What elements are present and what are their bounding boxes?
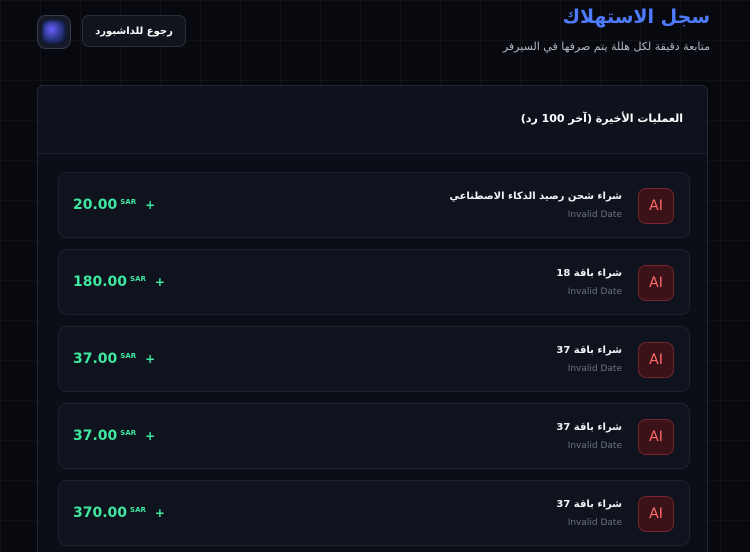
amount-value: 370.00 [73, 505, 128, 521]
avatar-image [42, 20, 66, 44]
transaction-date: Invalid Date [567, 287, 622, 297]
ai-icon: AI [638, 342, 674, 378]
amount-sign: + [154, 506, 165, 520]
transaction-title: شراء باقة 37 [556, 345, 622, 356]
amount-currency: SAR [130, 275, 146, 283]
transaction-title: شراء باقة 37 [556, 422, 622, 433]
transaction-amount: 37.00 SAR + [73, 351, 155, 367]
amount-sign: + [145, 429, 156, 443]
transaction-title: شراء شحن رصيد الذكاء الاصطناعي [449, 191, 622, 202]
ai-icon: AI [638, 265, 674, 301]
transaction-row[interactable]: AI شراء باقة 37 Invalid Date 370.00 SAR … [58, 480, 690, 546]
transaction-row[interactable]: AI شراء باقة 37 Invalid Date 37.00 SAR + [58, 403, 690, 469]
avatar[interactable] [37, 15, 71, 49]
transaction-title: شراء باقة 18 [556, 268, 622, 279]
transaction-title: شراء باقة 37 [556, 499, 622, 510]
transaction-date: Invalid Date [567, 210, 622, 220]
amount-currency: SAR [120, 429, 137, 437]
amount-value: 180.00 [73, 274, 128, 290]
transactions-list: AI شراء شحن رصيد الذكاء الاصطناعي Invali… [58, 172, 690, 552]
amount-currency: SAR [120, 198, 137, 206]
transaction-row[interactable]: AI شراء شحن رصيد الذكاء الاصطناعي Invali… [58, 172, 690, 238]
amount-value: 37.00 [73, 351, 118, 367]
transaction-date: Invalid Date [567, 364, 622, 374]
amount-value: 20.00 [73, 197, 118, 213]
ai-icon: AI [638, 419, 674, 455]
ai-icon: AI [638, 496, 674, 532]
amount-sign: + [145, 198, 156, 212]
back-to-dashboard-button[interactable]: رجوع للداشبورد [82, 15, 186, 47]
panel-title: العمليات الأخيرة (آخر 100 رد) [520, 112, 683, 125]
transactions-panel: العمليات الأخيرة (آخر 100 رد) AI شراء شح… [37, 85, 708, 552]
transaction-row[interactable]: AI شراء باقة 18 Invalid Date 180.00 SAR … [58, 249, 690, 315]
transaction-row[interactable]: AI شراء باقة 37 Invalid Date 37.00 SAR + [58, 326, 690, 392]
transaction-amount: 37.00 SAR + [73, 428, 155, 444]
amount-value: 37.00 [73, 428, 118, 444]
amount-currency: SAR [130, 506, 146, 514]
amount-sign: + [145, 352, 156, 366]
transaction-amount: 370.00 SAR + [73, 505, 165, 521]
amount-sign: + [154, 275, 165, 289]
transaction-amount: 20.00 SAR + [73, 197, 155, 213]
ai-icon: AI [638, 188, 674, 224]
page-title: سجل الاستهلاك [562, 6, 710, 28]
amount-currency: SAR [120, 352, 137, 360]
transaction-date: Invalid Date [567, 441, 622, 451]
transaction-amount: 180.00 SAR + [73, 274, 165, 290]
panel-header: العمليات الأخيرة (آخر 100 رد) [38, 86, 707, 154]
page-subtitle: متابعة دقيقة لكل هللة يتم صرفها في السير… [502, 40, 710, 53]
transaction-date: Invalid Date [567, 518, 622, 528]
